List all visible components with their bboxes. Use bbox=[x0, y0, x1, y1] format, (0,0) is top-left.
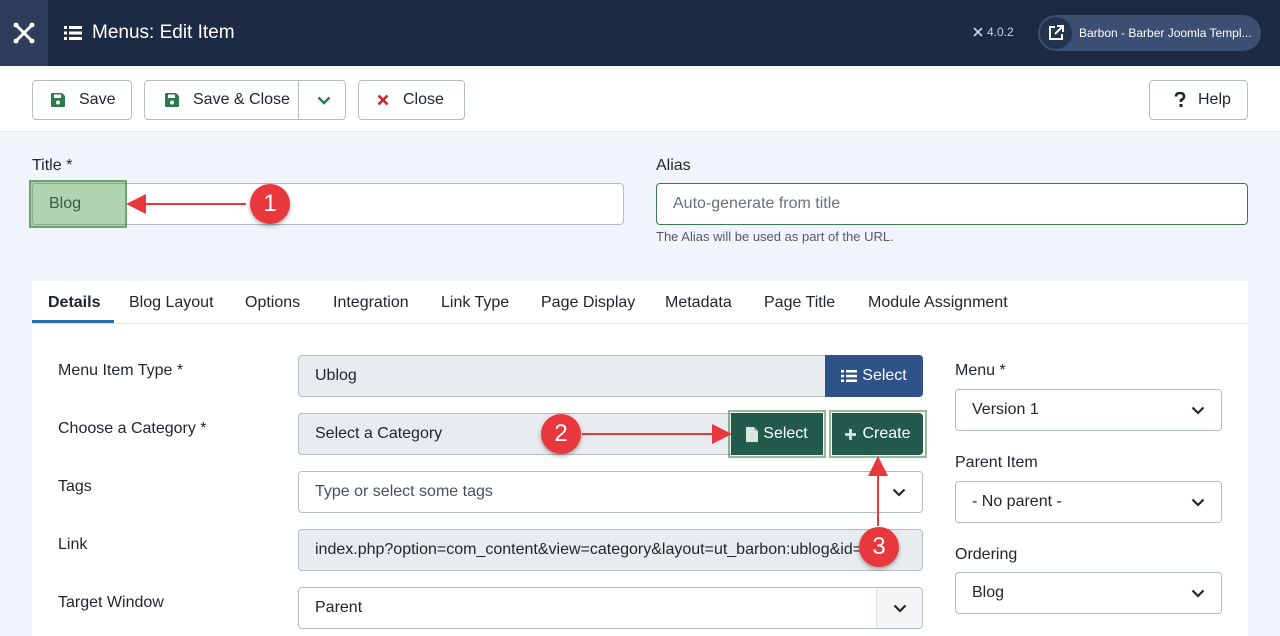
annotation-arrows bbox=[126, 194, 888, 526]
annotation-badge-1: 1 bbox=[250, 184, 290, 224]
annotation-badge-2: 2 bbox=[541, 414, 581, 454]
annotation-badge-3: 3 bbox=[859, 527, 899, 567]
